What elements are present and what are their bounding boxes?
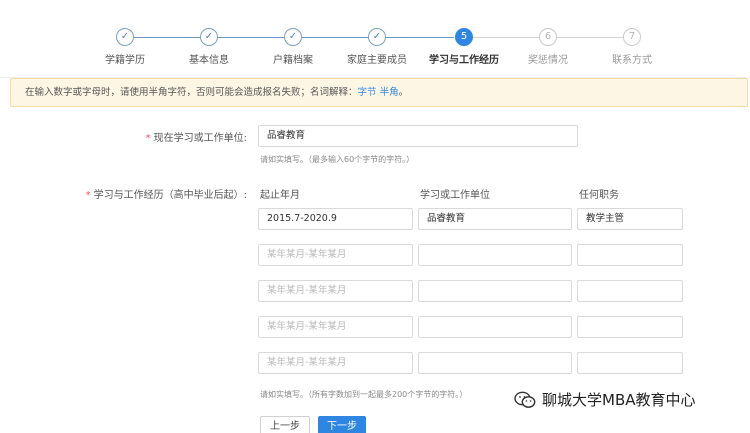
link-byte[interactable]: 字节 (358, 87, 377, 98)
unit-input[interactable] (418, 316, 572, 338)
required-mark: * (85, 190, 91, 201)
label-text: 学习与工作经历（高中毕业后起）: (93, 190, 247, 201)
role-input[interactable] (577, 352, 683, 374)
step-3[interactable]: ✓ 户籍档案 (248, 28, 338, 66)
period-input[interactable]: 某年某月-某年某月 (258, 316, 413, 338)
prev-button[interactable]: 上一步 (260, 416, 310, 433)
step-label: 联系方式 (612, 55, 652, 66)
wechat-icon (514, 391, 536, 408)
step-number: 6 (539, 28, 557, 46)
check-icon: ✓ (368, 28, 386, 46)
step-number: 5 (455, 28, 473, 46)
step-5[interactable]: 5 学习与工作经历 (419, 28, 509, 66)
link-halfwidth[interactable]: 半角 (380, 87, 399, 98)
column-header-role: 任何职务 (579, 190, 619, 201)
required-mark: * (145, 133, 151, 144)
step-6: 6 奖惩情况 (503, 28, 593, 66)
role-input[interactable] (577, 280, 683, 302)
check-icon: ✓ (284, 28, 302, 46)
unit-input[interactable] (418, 352, 572, 374)
step-7: 7 联系方式 (587, 28, 677, 66)
watermark: 聊城大学MBA教育中心 (514, 389, 696, 410)
experience-label: * 学习与工作经历（高中毕业后起）: (86, 186, 247, 201)
notice-end: 。 (398, 87, 409, 98)
period-input[interactable]: 某年某月-某年某月 (258, 244, 413, 266)
experience-hint: 请如实填写。（所有字数加到一起最多200个字节的字符。） (260, 390, 468, 399)
step-label: 基本信息 (189, 55, 229, 66)
period-input[interactable]: 2015.7-2020.9 (258, 208, 413, 230)
period-input[interactable]: 某年某月-某年某月 (258, 352, 413, 374)
role-input[interactable] (577, 244, 683, 266)
step-4[interactable]: ✓ 家庭主要成员 (332, 28, 422, 66)
period-input[interactable]: 某年某月-某年某月 (258, 280, 413, 302)
step-1[interactable]: ✓ 学籍学历 (80, 28, 170, 66)
column-header-period: 起止年月 (260, 190, 300, 201)
notice-text: 在输入数字或字母时，请使用半角字符，否则可能会造成报名失败；名词解释： (25, 87, 358, 98)
notice-banner: 在输入数字或字母时，请使用半角字符，否则可能会造成报名失败；名词解释：字节 半角… (10, 78, 748, 107)
step-number: 7 (623, 28, 641, 46)
label-text: 现在学习或工作单位: (153, 133, 247, 144)
role-input[interactable] (577, 316, 683, 338)
check-icon: ✓ (116, 28, 134, 46)
step-label: 户籍档案 (273, 55, 313, 66)
step-label: 学习与工作经历 (429, 55, 499, 66)
unit-input[interactable] (418, 244, 572, 266)
column-header-unit: 学习或工作单位 (420, 190, 490, 201)
role-input[interactable]: 教学主管 (577, 208, 683, 230)
step-label: 奖惩情况 (528, 55, 568, 66)
current-unit-hint: 请如实填写。（最多输入60个字节的字符。） (260, 155, 415, 164)
current-unit-label: * 现在学习或工作单位: (146, 129, 247, 144)
step-label: 学籍学历 (105, 55, 145, 66)
unit-input[interactable]: 品睿教育 (418, 208, 572, 230)
unit-input[interactable] (418, 280, 572, 302)
next-button[interactable]: 下一步 (318, 416, 366, 433)
check-icon: ✓ (200, 28, 218, 46)
step-2[interactable]: ✓ 基本信息 (164, 28, 254, 66)
current-unit-input[interactable]: 品睿教育 (258, 125, 578, 147)
watermark-text: 聊城大学MBA教育中心 (542, 391, 696, 409)
progress-steps: ✓ 学籍学历 ✓ 基本信息 ✓ 户籍档案 ✓ 家庭主要成员 5 学习与工作经历 … (0, 0, 750, 78)
step-label: 家庭主要成员 (347, 55, 407, 66)
